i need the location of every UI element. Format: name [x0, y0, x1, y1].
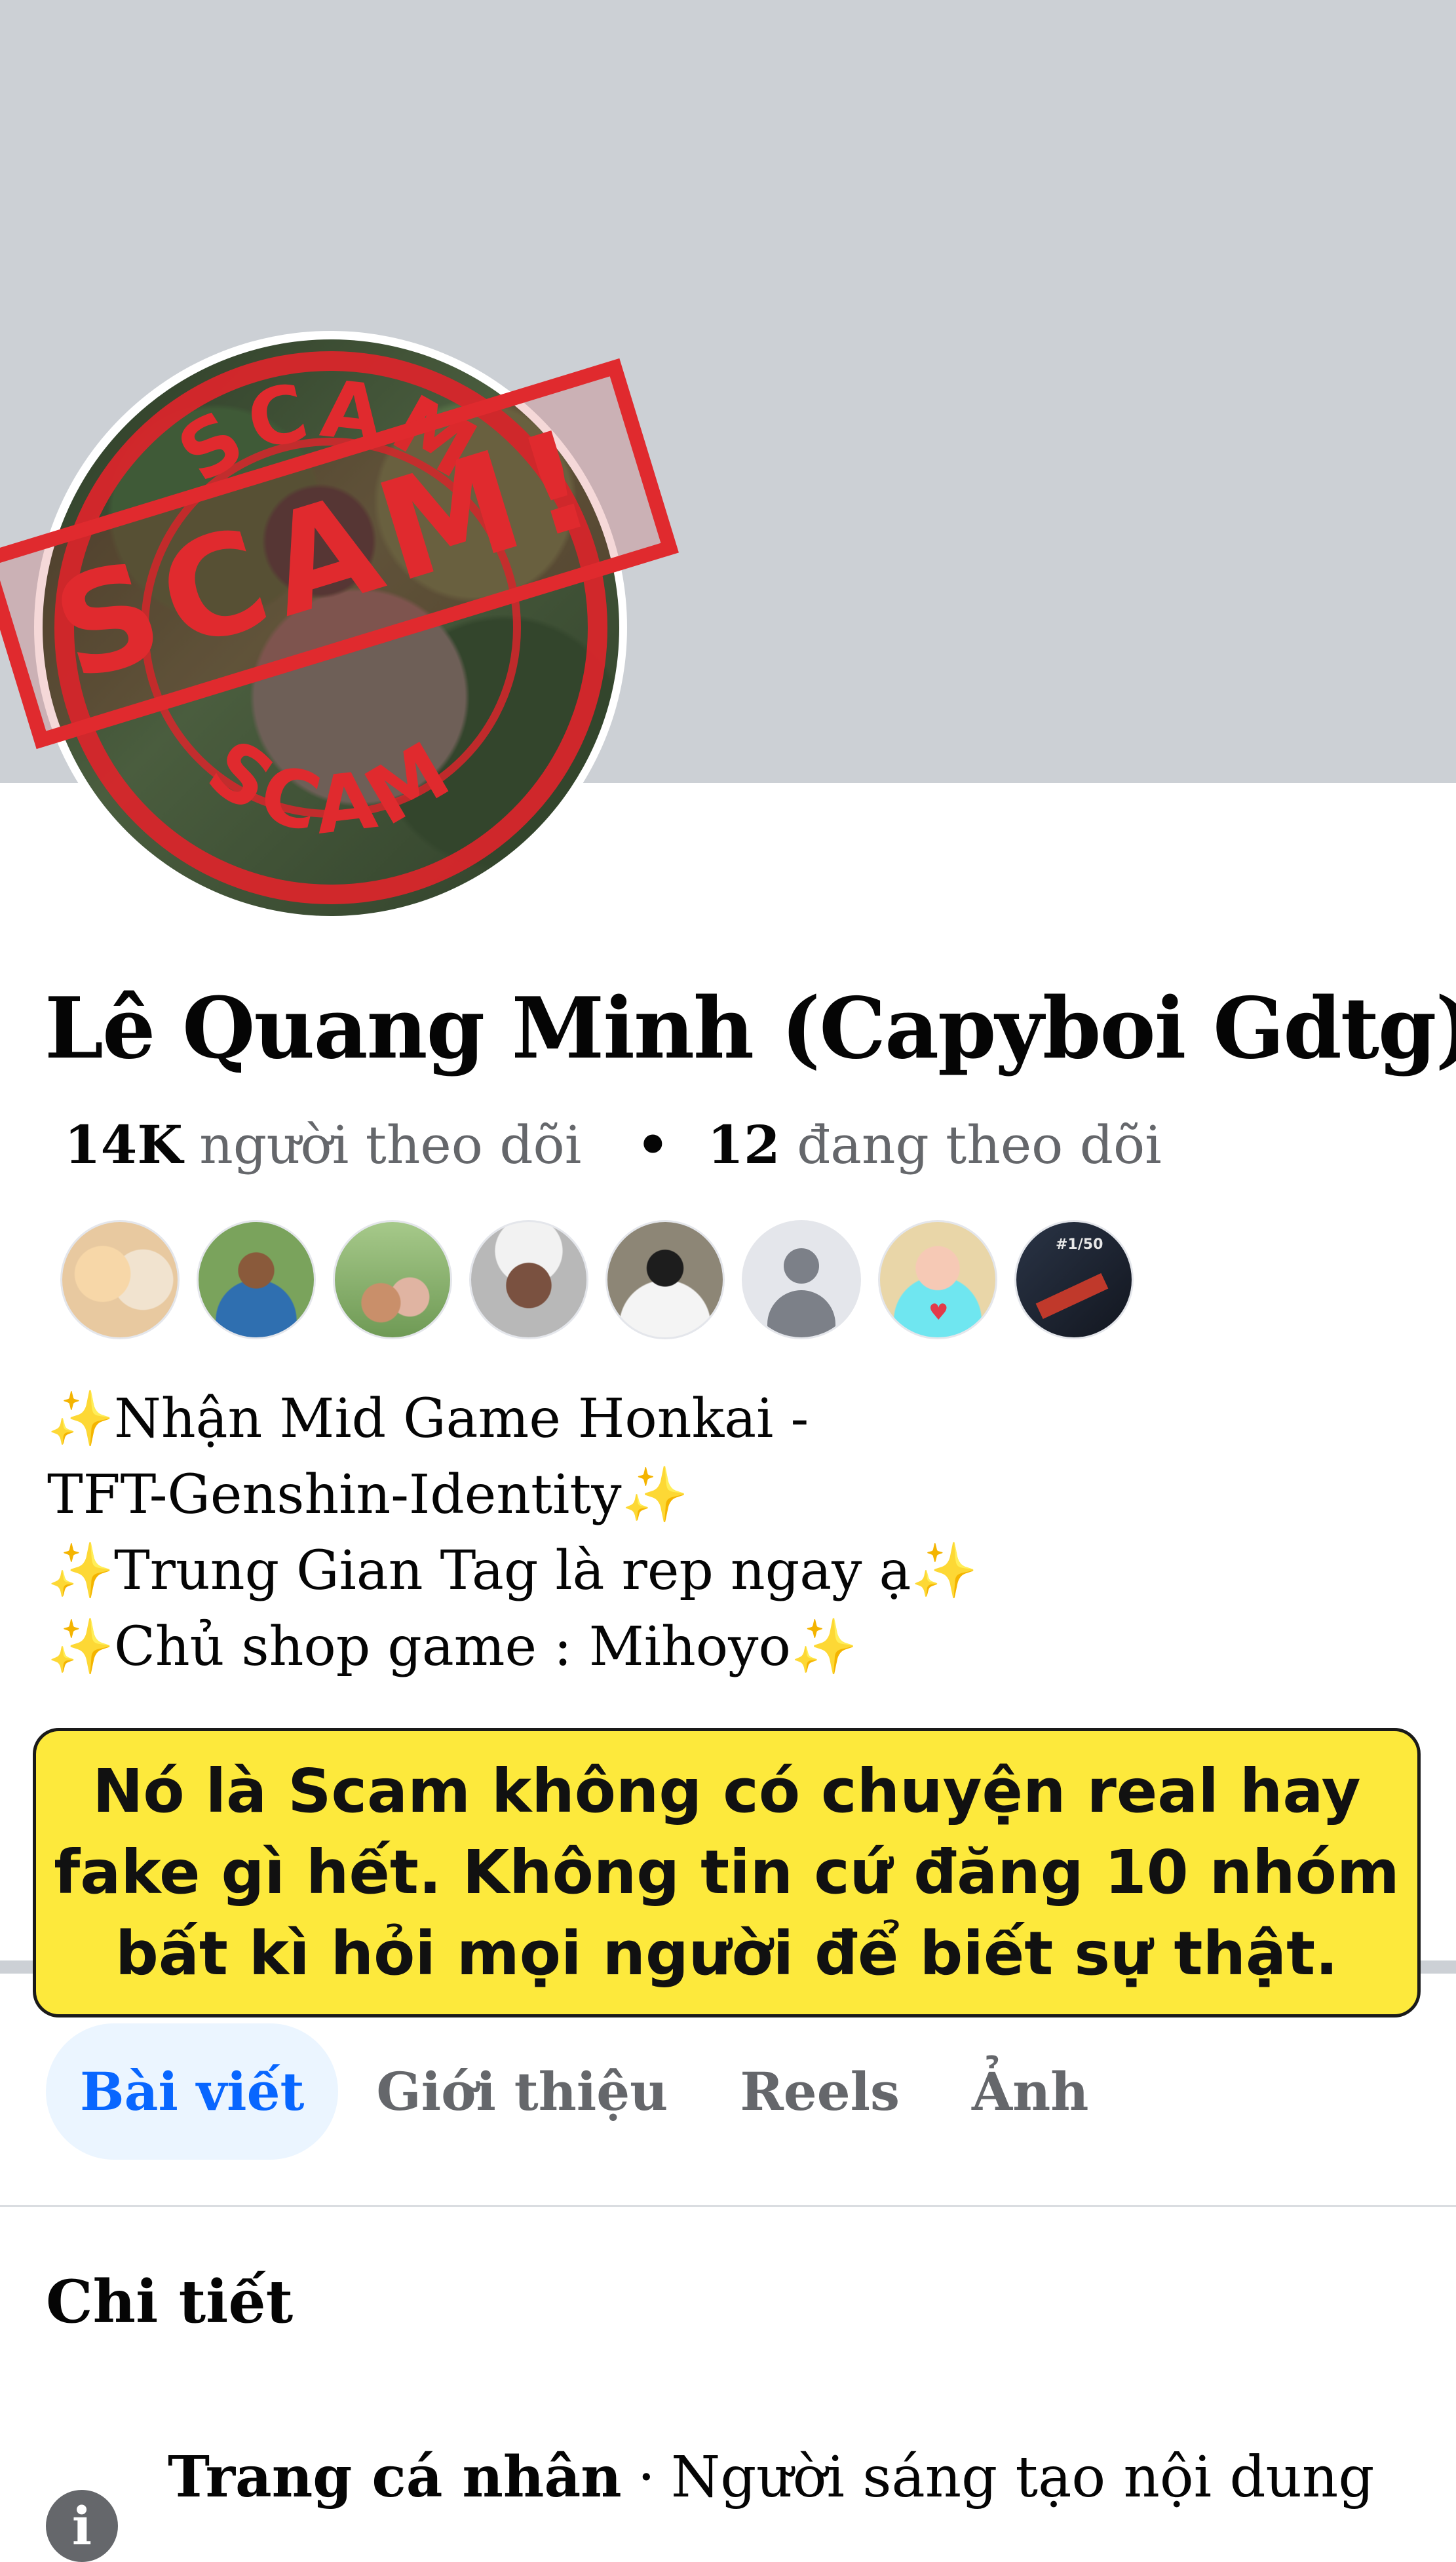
following-label[interactable]: đang theo dõi	[797, 1115, 1162, 1176]
detail-separator: ·	[637, 2445, 656, 2510]
profile-name: Lê Quang Minh (Capyboi Gdtg)	[45, 980, 1456, 1078]
mutual-friends-row: ♥ #1/50	[60, 1220, 1151, 1339]
followers-label[interactable]: người theo dõi	[199, 1115, 581, 1176]
friend-avatar[interactable]	[197, 1220, 316, 1339]
game-hud-text: #1/50	[1056, 1236, 1103, 1253]
friend-avatar[interactable]	[333, 1220, 452, 1339]
details-heading: Chi tiết	[46, 2267, 294, 2337]
bio-line: ✨Trung Gian Tag là rep ngay ạ✨	[47, 1540, 978, 1602]
friend-avatar[interactable]	[469, 1220, 588, 1339]
profile-tabs: Bài viết Giới thiệu Reels Ảnh	[46, 2023, 1126, 2160]
bio-line: ✨Chủ shop game : Mihoyo✨	[47, 1616, 858, 1678]
detail-type: Trang cá nhân	[168, 2444, 622, 2510]
profile-bio: ✨Nhận Mid Game Honkai - TFT-Genshin-Iden…	[47, 1381, 1292, 1685]
tab-reels[interactable]: Reels	[706, 2023, 934, 2160]
tab-about[interactable]: Giới thiệu	[342, 2023, 702, 2160]
friend-avatar[interactable]: #1/50	[1014, 1220, 1134, 1339]
default-user-icon	[784, 1248, 819, 1284]
stamp-bottom-text: SCAM	[191, 721, 463, 852]
friend-avatar[interactable]	[605, 1220, 725, 1339]
warning-line: Nó là Scam không có chuyện real hay	[92, 1756, 1361, 1826]
following-count[interactable]: 12	[707, 1114, 780, 1176]
stats-separator: •	[636, 1114, 670, 1176]
detail-row-profile-type: i Trang cá nhân · Người sáng tạo nội dung	[46, 2444, 1422, 2562]
heart-icon: ♥	[929, 1299, 949, 1326]
detail-category[interactable]: Người sáng tạo nội dung	[671, 2445, 1374, 2510]
svg-text:SCAM: SCAM	[191, 721, 469, 852]
warning-line: fake gì hết. Không tin cứ đăng 10 nhóm	[54, 1837, 1400, 1907]
followers-count[interactable]: 14K	[64, 1114, 183, 1176]
follow-stats: 14K người theo dõi • 12 đang theo dõi	[64, 1114, 1162, 1176]
bio-line: ✨Nhận Mid Game Honkai -	[47, 1388, 809, 1450]
info-icon: i	[46, 2490, 118, 2562]
tab-photos[interactable]: Ảnh	[938, 2023, 1122, 2160]
warning-line: bất kì hỏi mọi người để biết sự thật.	[115, 1919, 1339, 1989]
tab-posts[interactable]: Bài viết	[46, 2023, 339, 2160]
scam-warning-banner: Nó là Scam không có chuyện real hay fake…	[33, 1728, 1421, 2017]
friend-avatar-default[interactable]	[742, 1220, 861, 1339]
tabs-divider	[0, 2205, 1456, 2207]
bio-line: TFT-Genshin-Identity✨	[47, 1464, 689, 1526]
friend-avatar[interactable]	[60, 1220, 180, 1339]
friend-avatar[interactable]: ♥	[878, 1220, 997, 1339]
detail-text: Trang cá nhân · Người sáng tạo nội dung	[168, 2444, 1374, 2510]
